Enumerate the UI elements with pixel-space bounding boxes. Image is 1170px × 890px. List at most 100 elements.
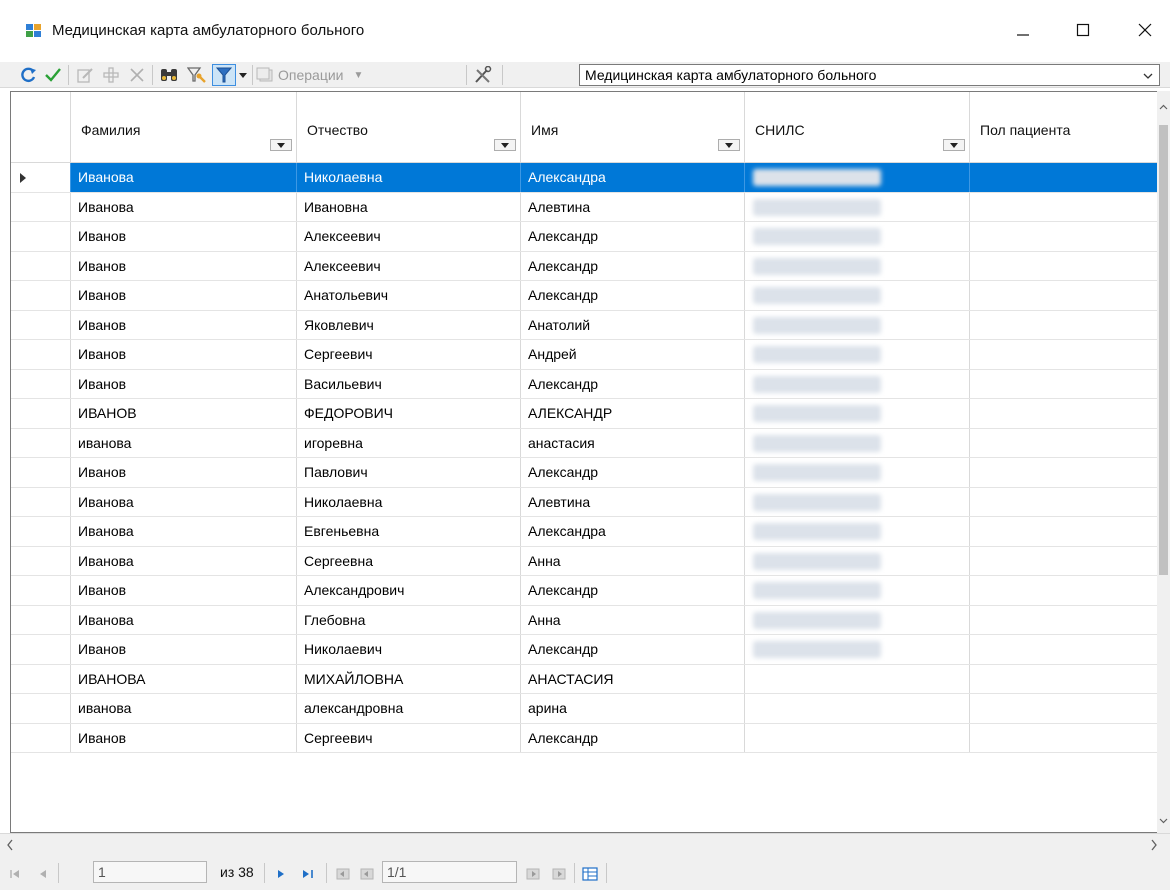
- cell-middle-name[interactable]: Глебовна: [297, 605, 521, 634]
- row-header[interactable]: [11, 310, 71, 339]
- record-nav-back-button[interactable]: [334, 866, 352, 882]
- cell-last-name[interactable]: Иванова: [71, 487, 297, 516]
- table-row[interactable]: Иванова Сергеевна Анна: [11, 546, 1170, 576]
- cell-first-name[interactable]: Анатолий: [521, 310, 745, 339]
- cell-sex[interactable]: [970, 340, 1170, 369]
- table-row[interactable]: Иванов Васильевич Александр: [11, 369, 1170, 399]
- row-header[interactable]: [11, 576, 71, 605]
- cell-first-name[interactable]: Анна: [521, 605, 745, 634]
- row-header[interactable]: [11, 517, 71, 546]
- cell-middle-name[interactable]: Сергеевич: [297, 723, 521, 752]
- cell-last-name[interactable]: Иванов: [71, 369, 297, 398]
- vertical-scrollbar[interactable]: [1157, 91, 1170, 833]
- cell-snils[interactable]: [745, 163, 970, 192]
- cell-middle-name[interactable]: МИХАЙЛОВНА: [297, 664, 521, 693]
- cell-first-name[interactable]: Александра: [521, 517, 745, 546]
- find-button[interactable]: [157, 64, 181, 86]
- row-header[interactable]: [11, 428, 71, 457]
- cell-sex[interactable]: [970, 399, 1170, 428]
- column-header-first-name[interactable]: Имя: [521, 92, 745, 163]
- cell-middle-name[interactable]: Алексеевич: [297, 222, 521, 251]
- cell-first-name[interactable]: Александр: [521, 251, 745, 280]
- record-nav-next-button[interactable]: [524, 866, 542, 882]
- cell-sex[interactable]: [970, 576, 1170, 605]
- cell-sex[interactable]: [970, 281, 1170, 310]
- column-header-sex[interactable]: Пол пациента: [970, 92, 1170, 163]
- table-row[interactable]: Иванов Алексеевич Александр: [11, 222, 1170, 252]
- cell-first-name[interactable]: АНАСТАСИЯ: [521, 664, 745, 693]
- cell-last-name[interactable]: Иванов: [71, 251, 297, 280]
- cell-snils[interactable]: [745, 694, 970, 723]
- table-row[interactable]: Иванов Александрович Александр: [11, 576, 1170, 606]
- cell-middle-name[interactable]: Николаевна: [297, 163, 521, 192]
- cell-middle-name[interactable]: Яковлевич: [297, 310, 521, 339]
- cell-last-name[interactable]: иванова: [71, 694, 297, 723]
- cell-first-name[interactable]: анастасия: [521, 428, 745, 457]
- cell-sex[interactable]: [970, 163, 1170, 192]
- cell-middle-name[interactable]: Васильевич: [297, 369, 521, 398]
- row-header[interactable]: [11, 664, 71, 693]
- table-row[interactable]: Иванова Евгеньевна Александра: [11, 517, 1170, 547]
- scroll-right-icon[interactable]: [1150, 838, 1158, 854]
- close-button[interactable]: [1122, 10, 1168, 50]
- cell-sex[interactable]: [970, 547, 1170, 576]
- row-header[interactable]: [11, 192, 71, 221]
- table-row[interactable]: Иванов Яковлевич Анатолий: [11, 310, 1170, 340]
- scroll-left-icon[interactable]: [6, 838, 14, 854]
- record-nav-last-button[interactable]: [550, 866, 568, 882]
- cell-snils[interactable]: [745, 487, 970, 516]
- cell-sex[interactable]: [970, 458, 1170, 487]
- page-number-input[interactable]: 1: [93, 861, 207, 883]
- column-chooser-button[interactable]: [580, 866, 600, 882]
- cell-first-name[interactable]: Алевтина: [521, 192, 745, 221]
- cell-middle-name[interactable]: Евгеньевна: [297, 517, 521, 546]
- cell-sex[interactable]: [970, 429, 1170, 458]
- cell-snils[interactable]: [745, 458, 970, 487]
- cell-last-name[interactable]: Иванова: [71, 163, 297, 192]
- record-position-input[interactable]: 1/1: [382, 861, 517, 883]
- minimize-button[interactable]: [1000, 10, 1046, 50]
- cell-snils[interactable]: [745, 192, 970, 221]
- cell-snils[interactable]: [745, 546, 970, 575]
- table-row[interactable]: Иванов Анатольевич Александр: [11, 281, 1170, 311]
- table-row[interactable]: Иванов Алексеевич Александр: [11, 251, 1170, 281]
- cell-middle-name[interactable]: Ивановна: [297, 192, 521, 221]
- cell-sex[interactable]: [970, 488, 1170, 517]
- cell-sex[interactable]: [970, 311, 1170, 340]
- row-header[interactable]: [11, 251, 71, 280]
- column-filter-dropdown[interactable]: [270, 139, 292, 151]
- cell-last-name[interactable]: Иванов: [71, 222, 297, 251]
- cell-last-name[interactable]: Иванова: [71, 546, 297, 575]
- cell-middle-name[interactable]: ФЕДОРОВИЧ: [297, 399, 521, 428]
- first-page-button[interactable]: [8, 866, 22, 882]
- edit-button[interactable]: [74, 64, 96, 86]
- cell-snils[interactable]: [745, 635, 970, 664]
- table-row[interactable]: ИВАНОВ ФЕДОРОВИЧ АЛЕКСАНДР: [11, 399, 1170, 429]
- cell-sex[interactable]: [970, 517, 1170, 546]
- cell-first-name[interactable]: Александр: [521, 281, 745, 310]
- filter-settings-button[interactable]: [185, 64, 209, 86]
- row-header[interactable]: [11, 694, 71, 723]
- cell-snils[interactable]: [745, 664, 970, 693]
- vertical-scroll-thumb[interactable]: [1159, 125, 1168, 575]
- cell-snils[interactable]: [745, 251, 970, 280]
- cell-first-name[interactable]: Александр: [521, 369, 745, 398]
- refresh-button[interactable]: [18, 64, 40, 86]
- table-row[interactable]: Иванова Николаевна Алевтина: [11, 487, 1170, 517]
- operations-menu-button[interactable]: Операции ▼: [256, 64, 376, 86]
- cell-snils[interactable]: [745, 222, 970, 251]
- cell-first-name[interactable]: Александра: [521, 163, 745, 192]
- view-selector[interactable]: Медицинская карта амбулаторного больного: [579, 64, 1160, 86]
- cell-snils[interactable]: [745, 340, 970, 369]
- cell-first-name[interactable]: Александр: [521, 635, 745, 664]
- cell-snils[interactable]: [745, 605, 970, 634]
- cell-sex[interactable]: [970, 222, 1170, 251]
- row-header[interactable]: [11, 163, 71, 192]
- cell-first-name[interactable]: Александр: [521, 222, 745, 251]
- row-header[interactable]: [11, 723, 71, 752]
- cell-middle-name[interactable]: Николаевна: [297, 487, 521, 516]
- row-header[interactable]: [11, 458, 71, 487]
- column-header-last-name[interactable]: Фамилия: [71, 92, 297, 163]
- cell-last-name[interactable]: Иванов: [71, 458, 297, 487]
- column-filter-dropdown[interactable]: [943, 139, 965, 151]
